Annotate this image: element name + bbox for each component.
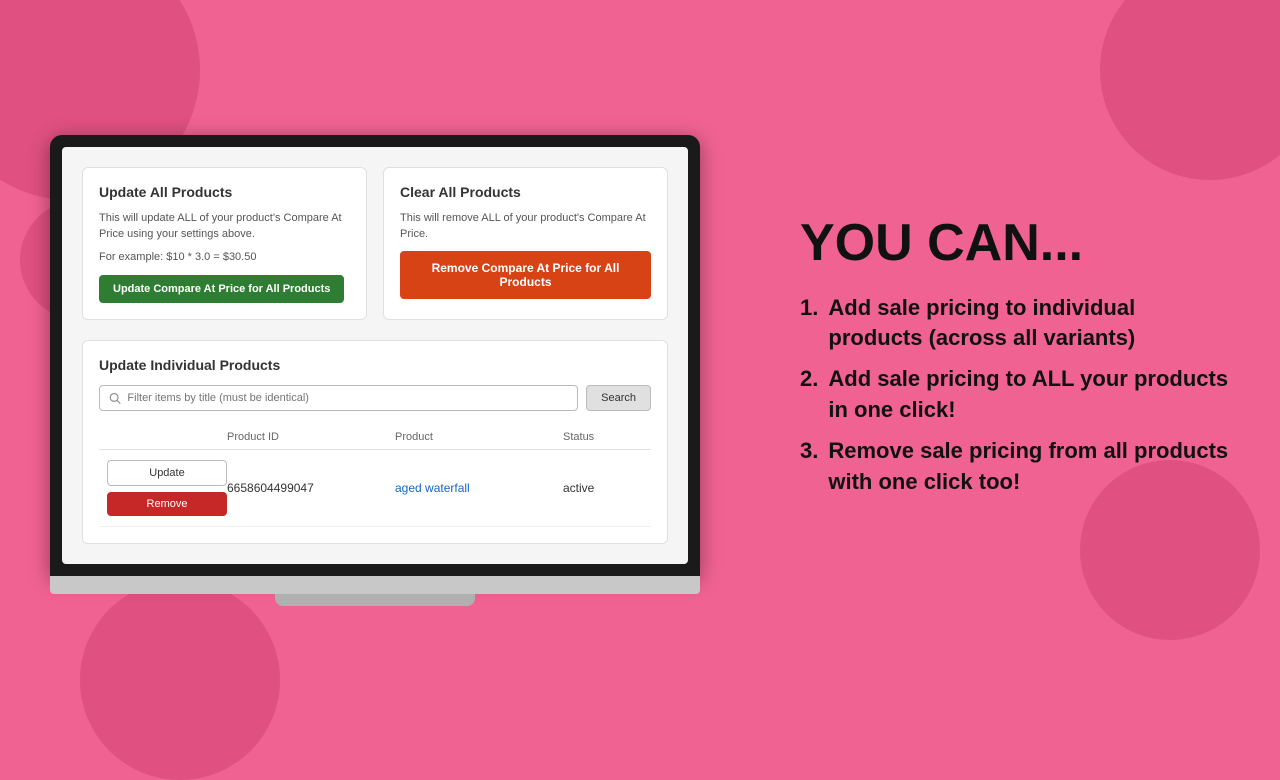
update-all-desc: This will update ALL of your product's C… — [99, 210, 350, 243]
col-actions-header — [107, 431, 227, 443]
table-header: Product ID Product Status — [99, 425, 651, 450]
search-input[interactable] — [127, 386, 569, 410]
list-item-2: Add sale pricing to ALL your products in… — [800, 364, 1230, 426]
search-icon — [108, 391, 121, 405]
clear-all-desc: This will remove ALL of your product's C… — [400, 210, 651, 243]
product-link[interactable]: aged waterfall — [395, 481, 470, 495]
update-row-button[interactable]: Update — [107, 460, 227, 486]
individual-section-title: Update Individual Products — [99, 357, 651, 373]
right-panel: YOU CAN... Add sale pricing to individua… — [750, 0, 1280, 720]
laptop-wrapper: Update All Products This will update ALL… — [50, 135, 700, 606]
row-action-buttons: Update Remove — [107, 460, 227, 516]
update-all-title: Update All Products — [99, 184, 350, 200]
update-all-example: For example: $10 * 3.0 = $30.50 — [99, 251, 350, 263]
laptop-screen-inner: Update All Products This will update ALL… — [62, 147, 688, 564]
product-id-cell: 6658604499047 — [227, 481, 395, 495]
right-content: YOU CAN... Add sale pricing to individua… — [800, 213, 1230, 508]
clear-all-title: Clear All Products — [400, 184, 651, 200]
remove-compare-button[interactable]: Remove Compare At Price for All Products — [400, 251, 651, 299]
laptop-stand — [275, 594, 475, 606]
clear-all-card: Clear All Products This will remove ALL … — [383, 167, 668, 320]
update-all-card: Update All Products This will update ALL… — [82, 167, 367, 320]
col-status-header: Status — [563, 431, 643, 443]
left-panel: Update All Products This will update ALL… — [0, 0, 750, 720]
laptop-base — [50, 576, 700, 594]
update-all-button[interactable]: Update Compare At Price for All Products — [99, 275, 344, 303]
search-row: Search — [99, 385, 651, 411]
cards-row: Update All Products This will update ALL… — [82, 167, 668, 320]
you-can-heading: YOU CAN... — [800, 213, 1230, 273]
search-button[interactable]: Search — [586, 385, 651, 411]
you-can-list: Add sale pricing to individual products … — [800, 293, 1230, 498]
col-product-header: Product — [395, 431, 563, 443]
list-item-3: Remove sale pricing from all products wi… — [800, 436, 1230, 498]
product-name-cell: aged waterfall — [395, 479, 563, 497]
individual-section: Update Individual Products Search — [82, 340, 668, 544]
laptop-screen: Update All Products This will update ALL… — [50, 135, 700, 576]
remove-row-button[interactable]: Remove — [107, 492, 227, 516]
status-cell: active — [563, 481, 643, 495]
list-item-1: Add sale pricing to individual products … — [800, 293, 1230, 355]
table-row: Update Remove 6658604499047 aged waterfa… — [99, 450, 651, 527]
col-product-id-header: Product ID — [227, 431, 395, 443]
search-input-wrap — [99, 385, 578, 411]
